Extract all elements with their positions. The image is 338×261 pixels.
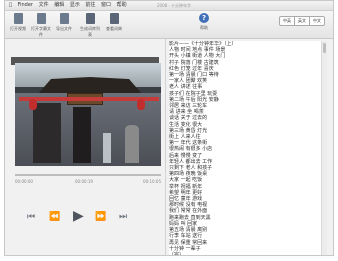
- lantern-icon: [29, 99, 37, 110]
- video-figure: [125, 125, 139, 163]
- video-timeline[interactable]: 00:00:00 00:00:19 00:10:05: [15, 174, 161, 186]
- segment-chinese[interactable]: 中文: [310, 17, 324, 25]
- language-segmented-control: 中英 英文 中文: [279, 16, 325, 26]
- dictionary-button[interactable]: 查看词典: [103, 13, 125, 32]
- lantern-icon: [137, 99, 145, 110]
- help-icon: ?: [199, 13, 209, 23]
- wordlist-icon: [85, 13, 95, 24]
- menu-item-go[interactable]: 前往: [85, 2, 95, 8]
- app-window:  Finder 文件 编辑 显示 前往 窗口 帮助 2008 · 十分钟年华 …: [4, 0, 334, 256]
- menu-bar:  Finder 文件 编辑 显示 前往 窗口 帮助 2008 · 十分钟年华: [5, 1, 333, 11]
- pane-divider[interactable]: [165, 39, 166, 255]
- menu-item-file[interactable]: 文件: [39, 2, 49, 8]
- window-title: 2008 · 十分钟年华: [157, 3, 191, 8]
- open-video-button[interactable]: 打开视频: [7, 13, 29, 32]
- open-subtitle-button[interactable]: 打开字幕文件: [30, 13, 52, 38]
- subtitle-list: 影片——《十分钟年华》（上） 人物 时间 地点 事件 场景 开头 小镇 街道 人物 …: [169, 41, 327, 255]
- video-figure: [103, 133, 111, 163]
- time-end: 00:10:05: [143, 179, 161, 184]
- export-icon: [59, 13, 69, 24]
- dictionary-icon: [109, 13, 119, 24]
- toolbar-label: 打开视频: [10, 26, 26, 31]
- timeline-track[interactable]: [15, 174, 161, 176]
- fast-forward-icon[interactable]: ⏩: [95, 213, 106, 222]
- menu-item-view[interactable]: 显示: [70, 2, 80, 8]
- time-current: 00:00:19: [75, 179, 93, 184]
- menu-item-edit[interactable]: 编辑: [54, 2, 64, 8]
- time-start: 00:00:00: [15, 179, 33, 184]
- menu-item-help[interactable]: 帮助: [117, 2, 127, 8]
- menu-item-window[interactable]: 窗口: [101, 2, 111, 8]
- help-button[interactable]: ? 帮助: [193, 13, 215, 31]
- skip-back-icon[interactable]: ⏮: [27, 213, 35, 222]
- export-button[interactable]: 导出文件: [53, 13, 75, 32]
- toolbar-label: 打开字幕文件: [31, 26, 51, 37]
- playback-controls: ⏮ ⏪ ▶ ⏩ ⏭: [27, 209, 147, 225]
- scrollbar-thumb[interactable]: [323, 43, 326, 53]
- segment-bilingual[interactable]: 中英: [280, 17, 295, 25]
- toolbar-label: 生成词库列表: [80, 26, 100, 37]
- subtitle-line[interactable]: （完）: [169, 252, 327, 255]
- toolbar: 打开视频 打开字幕文件 导出文件 生成词库列表 查看词典 ? 帮助 中英 英文 …: [5, 11, 333, 39]
- video-frame[interactable]: [15, 63, 161, 166]
- play-icon[interactable]: ▶: [73, 209, 84, 223]
- skip-forward-icon[interactable]: ⏭: [119, 213, 127, 222]
- rewind-icon[interactable]: ⏪: [49, 213, 60, 222]
- open-icon: [13, 13, 23, 24]
- menu-item-finder[interactable]: Finder: [18, 2, 33, 8]
- subtitle-icon: [36, 13, 46, 24]
- wordlist-button[interactable]: 生成词库列表: [79, 13, 101, 38]
- apple-menu-icon[interactable]: : [9, 2, 12, 8]
- toolbar-label: 导出文件: [56, 26, 72, 31]
- subtitle-scrollbar[interactable]: [321, 41, 327, 255]
- toolbar-label: 帮助: [200, 25, 208, 30]
- toolbar-label: 查看词典: [106, 26, 122, 31]
- segment-english[interactable]: 英文: [295, 17, 310, 25]
- subtitle-pane[interactable]: 影片——《十分钟年华》（上） 人物 时间 地点 事件 场景 开头 小镇 街道 人物 …: [169, 41, 327, 255]
